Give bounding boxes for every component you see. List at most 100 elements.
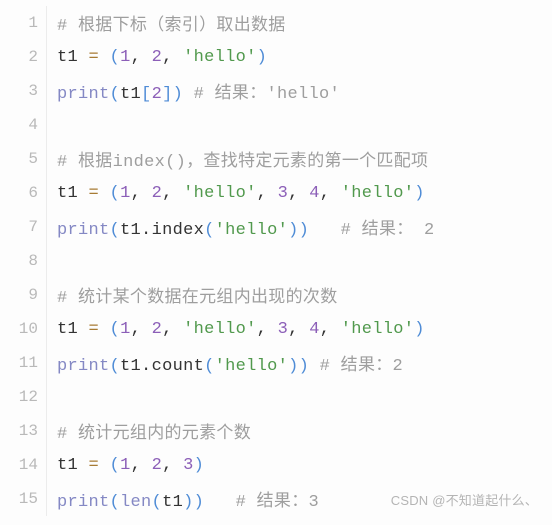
code-token: ( xyxy=(110,184,121,203)
gutter-divider xyxy=(46,176,47,210)
code-token: 1 xyxy=(120,184,131,203)
code-token: 2 xyxy=(152,184,163,203)
gutter-divider xyxy=(46,380,47,414)
gutter-divider xyxy=(46,108,47,142)
code-token: 'hello' xyxy=(215,221,289,240)
code-token: 1 xyxy=(120,48,131,67)
code-token: count xyxy=(152,357,205,376)
code-content: print(t1.count('hello')) # 结果：2 xyxy=(57,350,552,376)
code-token: t1 xyxy=(57,48,89,67)
code-line: 11print(t1.count('hello')) # 结果：2 xyxy=(0,346,552,380)
gutter-divider xyxy=(46,346,47,380)
line-number: 15 xyxy=(0,490,46,508)
code-token: = xyxy=(89,48,100,67)
line-number: 7 xyxy=(0,218,46,236)
code-token: 2 xyxy=(152,85,163,104)
code-editor: 1 # 根据下标（索引）取出数据 2 t1 = (1, 2, 'hello') 3 pri… xyxy=(0,0,552,516)
code-token: ) xyxy=(173,85,184,104)
code-token: . xyxy=(141,357,152,376)
code-token: print xyxy=(57,493,110,512)
code-token: , xyxy=(320,184,341,203)
code-token: t1 xyxy=(120,357,141,376)
code-token xyxy=(309,221,341,240)
code-token: print xyxy=(57,221,110,240)
code-token: print xyxy=(57,85,110,104)
code-token: , xyxy=(162,320,183,339)
code-token: print xyxy=(57,357,110,376)
code-token: . xyxy=(141,221,152,240)
code-token: 'hello' xyxy=(341,184,415,203)
code-token: = xyxy=(89,456,100,475)
code-content: print(len(t1)) # 结果：3 xyxy=(57,486,552,512)
code-token: 2 xyxy=(152,456,163,475)
code-content: # 根据下标（索引）取出数据 xyxy=(57,10,552,36)
code-line: 3print(t1[2]) # 结果：'hello' xyxy=(0,74,552,108)
code-token: 'hello' xyxy=(183,48,257,67)
line-number: 11 xyxy=(0,354,46,372)
code-token: # 根据下标（索引）取出数据 xyxy=(57,17,286,36)
code-line: 9 # 统计某个数据在元组内出现的次数 xyxy=(0,278,552,312)
code-token: ( xyxy=(110,85,121,104)
code-content: # 统计某个数据在元组内出现的次数 xyxy=(57,282,552,308)
line-number: 6 xyxy=(0,184,46,202)
code-token: ( xyxy=(110,221,121,240)
code-token: , xyxy=(288,184,309,203)
code-token: ) xyxy=(257,48,268,67)
code-token: , xyxy=(162,48,183,67)
code-token: ] xyxy=(162,85,173,104)
code-token: # 结果：3 xyxy=(236,493,319,512)
code-token: , xyxy=(257,184,278,203)
code-token: , xyxy=(320,320,341,339)
code-token: ( xyxy=(204,357,215,376)
code-token: ) xyxy=(288,357,299,376)
code-token xyxy=(99,320,110,339)
code-line: 5 # 根据index()，查找特定元素的第一个匹配项 xyxy=(0,142,552,176)
code-line: 7 print(t1.index('hello')) # 结果： 2 xyxy=(0,210,552,244)
code-token: index xyxy=(152,221,205,240)
code-token: ( xyxy=(110,493,121,512)
code-token: # 结果：2 xyxy=(320,357,403,376)
code-token: t1 xyxy=(57,456,89,475)
gutter-divider xyxy=(46,448,47,482)
code-token: ( xyxy=(204,221,215,240)
code-token: = xyxy=(89,320,100,339)
gutter-divider xyxy=(46,6,47,40)
line-number: 10 xyxy=(0,320,46,338)
code-token: # 根据index()，查找特定元素的第一个匹配项 xyxy=(57,153,428,172)
code-token xyxy=(99,184,110,203)
code-line: 15 print(len(t1)) # 结果：3 xyxy=(0,482,552,516)
line-number: 2 xyxy=(0,48,46,66)
code-token: 'hello' xyxy=(183,320,257,339)
code-line: 8 xyxy=(0,244,552,278)
code-line: 12 xyxy=(0,380,552,414)
line-number: 1 xyxy=(0,14,46,32)
code-token: 3 xyxy=(278,320,289,339)
line-number: 4 xyxy=(0,116,46,134)
code-token: ( xyxy=(110,320,121,339)
code-token: , xyxy=(162,456,183,475)
code-content: print(t1.index('hello')) # 结果： 2 xyxy=(57,214,552,240)
code-line: 14t1 = (1, 2, 3) xyxy=(0,448,552,482)
code-token: , xyxy=(131,456,152,475)
code-token: ) xyxy=(194,456,205,475)
line-number: 12 xyxy=(0,388,46,406)
code-token: ) xyxy=(194,493,205,512)
code-token: ) xyxy=(299,221,310,240)
code-token: ) xyxy=(288,221,299,240)
code-token: # 结果：'hello' xyxy=(194,85,340,104)
code-token: # 结果： 2 xyxy=(341,221,435,240)
line-number: 5 xyxy=(0,150,46,168)
line-number: 9 xyxy=(0,286,46,304)
line-number: 3 xyxy=(0,82,46,100)
code-token xyxy=(204,493,236,512)
line-number: 14 xyxy=(0,456,46,474)
gutter-divider xyxy=(46,312,47,346)
code-content: t1 = (1, 2, 'hello') xyxy=(57,48,552,67)
code-token xyxy=(99,48,110,67)
code-content: # 统计元组内的元素个数 xyxy=(57,418,552,444)
code-token: , xyxy=(288,320,309,339)
code-token: ) xyxy=(299,357,310,376)
gutter-divider xyxy=(46,278,47,312)
code-token xyxy=(183,85,194,104)
gutter-divider xyxy=(46,210,47,244)
